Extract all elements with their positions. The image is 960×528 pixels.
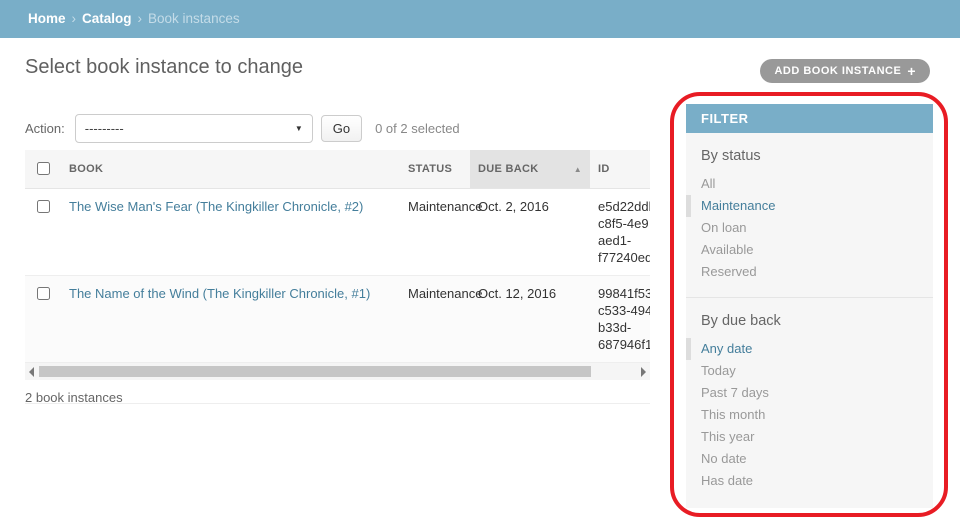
go-button[interactable]: Go xyxy=(321,115,362,142)
table-header-row: BOOK STATUS DUE BACK ▲ ID xyxy=(25,150,650,189)
sort-ascending-icon[interactable]: ▲ xyxy=(574,165,582,174)
selection-status: 0 of 2 selected xyxy=(375,121,460,136)
filter-section-divider xyxy=(686,297,933,298)
due-back-header-label: DUE BACK xyxy=(478,163,538,175)
row-checkbox[interactable] xyxy=(37,287,50,300)
filter-option-any-date: Any date xyxy=(686,338,933,360)
actions-bar: Action: --------- ▼ Go 0 of 2 selected xyxy=(25,113,460,143)
column-header-book[interactable]: BOOK xyxy=(61,150,400,189)
scrollbar-thumb[interactable] xyxy=(39,366,591,377)
filter-option-this-year: This year xyxy=(686,426,933,448)
chevron-down-icon: ▼ xyxy=(295,124,303,133)
filter-option-link[interactable]: On loan xyxy=(686,217,933,239)
results-list: BOOK STATUS DUE BACK ▲ ID The Wise Man's… xyxy=(25,150,650,380)
status-cell: Maintenance xyxy=(400,189,470,276)
filter-option-link[interactable]: Any date xyxy=(686,338,933,360)
changelist-table: BOOK STATUS DUE BACK ▲ ID The Wise Man's… xyxy=(25,150,650,363)
breadcrumb: Home › Catalog › Book instances xyxy=(0,0,960,38)
id-line: 687946f1 xyxy=(598,336,650,353)
filter-option-link[interactable]: This month xyxy=(686,404,933,426)
action-select-value: --------- xyxy=(85,121,124,136)
action-select[interactable]: --------- ▼ xyxy=(75,114,313,143)
id-cell: 99841f53 c533-494 b33d- 687946f1 xyxy=(590,276,650,363)
filter-option-available: Available xyxy=(686,239,933,261)
filter-section-heading-status: By status xyxy=(701,148,918,164)
row-checkbox[interactable] xyxy=(37,200,50,213)
filter-option-has-date: Has date xyxy=(686,470,933,492)
id-line: c8f5-4e9 xyxy=(598,215,650,232)
scroll-left-icon[interactable] xyxy=(29,367,34,377)
filter-option-link[interactable]: All xyxy=(686,173,933,195)
id-line: 99841f53 xyxy=(598,285,650,302)
breadcrumb-separator: › xyxy=(72,11,77,26)
breadcrumb-current: Book instances xyxy=(148,11,240,26)
row-select-cell xyxy=(25,189,61,276)
column-header-due-back[interactable]: DUE BACK ▲ xyxy=(470,150,590,189)
book-cell: The Name of the Wind (The Kingkiller Chr… xyxy=(61,276,400,363)
due-back-cell: Oct. 12, 2016 xyxy=(470,276,590,363)
filter-section-heading-due-back: By due back xyxy=(701,313,918,329)
filter-option-on-loan: On loan xyxy=(686,217,933,239)
filter-status-list: All Maintenance On loan Available Reserv… xyxy=(686,173,933,283)
filter-option-maintenance: Maintenance xyxy=(686,195,933,217)
filter-option-this-month: This month xyxy=(686,404,933,426)
filter-option-no-date: No date xyxy=(686,448,933,470)
book-link[interactable]: The Name of the Wind (The Kingkiller Chr… xyxy=(69,286,370,301)
filter-title: FILTER xyxy=(686,104,933,133)
filter-option-reserved: Reserved xyxy=(686,261,933,283)
filter-option-link[interactable]: No date xyxy=(686,448,933,470)
filter-option-link[interactable]: Has date xyxy=(686,470,933,492)
filter-due-back-list: Any date Today Past 7 days This month Th… xyxy=(686,338,933,492)
id-line: e5d22ddb xyxy=(598,198,650,215)
divider xyxy=(25,403,650,404)
filter-option-all: All xyxy=(686,173,933,195)
id-line: aed1- xyxy=(598,232,650,249)
add-button-label: ADD BOOK INSTANCE xyxy=(774,59,901,83)
action-label: Action: xyxy=(25,121,65,136)
breadcrumb-separator: › xyxy=(138,11,143,26)
filter-option-today: Today xyxy=(686,360,933,382)
filter-option-link[interactable]: This year xyxy=(686,426,933,448)
id-line: f77240ed xyxy=(598,249,650,266)
book-link[interactable]: The Wise Man's Fear (The Kingkiller Chro… xyxy=(69,199,363,214)
filter-option-link[interactable]: Available xyxy=(686,239,933,261)
table-row: The Wise Man's Fear (The Kingkiller Chro… xyxy=(25,189,650,276)
id-line: c533-494 xyxy=(598,302,650,319)
id-cell: e5d22ddb c8f5-4e9 aed1- f77240ed xyxy=(590,189,650,276)
filter-option-link[interactable]: Past 7 days xyxy=(686,382,933,404)
horizontal-scrollbar[interactable] xyxy=(25,363,650,380)
filter-option-link[interactable]: Reserved xyxy=(686,261,933,283)
table-row: The Name of the Wind (The Kingkiller Chr… xyxy=(25,276,650,363)
breadcrumb-home-link[interactable]: Home xyxy=(28,11,66,26)
column-header-id[interactable]: ID xyxy=(590,150,650,189)
select-all-header[interactable] xyxy=(25,150,61,189)
filter-option-link[interactable]: Today xyxy=(686,360,933,382)
filter-panel: FILTER By status All Maintenance On loan… xyxy=(686,104,933,508)
page-title: Select book instance to change xyxy=(25,56,303,79)
plus-icon: + xyxy=(907,59,916,83)
scroll-right-icon[interactable] xyxy=(641,367,646,377)
due-back-cell: Oct. 2, 2016 xyxy=(470,189,590,276)
book-cell: The Wise Man's Fear (The Kingkiller Chro… xyxy=(61,189,400,276)
column-header-status[interactable]: STATUS xyxy=(400,150,470,189)
id-line: b33d- xyxy=(598,319,650,336)
breadcrumb-catalog-link[interactable]: Catalog xyxy=(82,11,132,26)
add-book-instance-button[interactable]: ADD BOOK INSTANCE + xyxy=(760,59,930,83)
status-cell: Maintenance xyxy=(400,276,470,363)
filter-option-link[interactable]: Maintenance xyxy=(686,195,933,217)
filter-option-past-7-days: Past 7 days xyxy=(686,382,933,404)
select-all-checkbox[interactable] xyxy=(37,162,50,175)
row-select-cell xyxy=(25,276,61,363)
